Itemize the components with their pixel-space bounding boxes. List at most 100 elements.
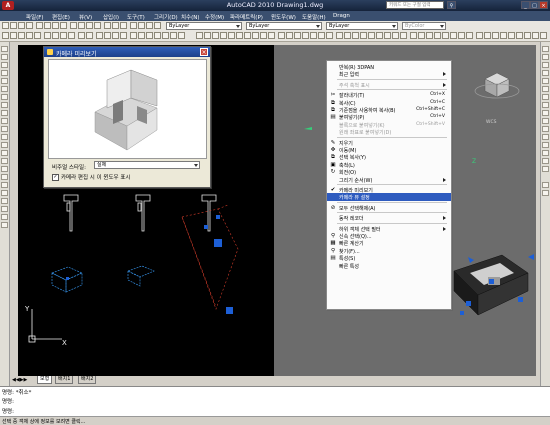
ellipse-icon[interactable] [1,118,8,124]
toolbar-icon[interactable] [60,22,67,29]
dimension-icon[interactable] [508,32,515,39]
dimension-icon[interactable] [352,32,359,39]
menu-dimension[interactable]: 치수(N) [181,13,200,21]
search-icon[interactable]: ⚲ [447,1,456,9]
polyline-icon[interactable] [1,62,8,68]
ellipse-arc-icon[interactable] [1,126,8,132]
dimension-icon[interactable] [400,32,407,39]
dimension-icon[interactable] [492,32,499,39]
toolbar-icon[interactable] [154,22,161,29]
tab-layout1[interactable]: 배치1 [55,376,74,384]
dimension-icon[interactable] [212,32,219,39]
help-icon[interactable] [178,32,185,39]
show-on-edit-checkbox[interactable]: ✓ [52,174,59,181]
join-icon[interactable] [542,142,549,148]
camera-glyph-icon[interactable] [214,239,222,247]
rectangle-icon[interactable] [1,78,8,84]
tool-palettes-icon[interactable] [146,32,153,39]
toolbar-icon[interactable] [70,22,77,29]
dimension-icon[interactable] [318,32,325,39]
array-icon[interactable] [542,78,549,84]
dimension-icon[interactable] [268,32,275,39]
explode-icon[interactable] [542,166,549,172]
dimension-icon[interactable] [500,32,507,39]
toolbar-icon[interactable] [78,22,85,29]
toolbar-icon[interactable] [52,22,59,29]
toolbar-icon[interactable] [2,22,9,29]
menu-edit[interactable]: 편집(E) [52,13,70,21]
revision-cloud-icon[interactable] [1,102,8,108]
design-center-icon[interactable] [138,32,145,39]
save-icon[interactable] [18,32,25,39]
polygon-icon[interactable] [1,70,8,76]
toolbar-icon[interactable] [104,22,111,29]
table-icon[interactable] [1,182,8,188]
dimension-icon[interactable] [360,32,367,39]
toolbar-icon[interactable] [130,22,137,29]
dimension-icon[interactable] [484,32,491,39]
menu-view[interactable]: 뷰(V) [79,13,92,21]
dimension-icon[interactable] [410,32,417,39]
menu-modify[interactable]: 수정(M) [205,13,224,21]
context-menu-item[interactable]: ⊘ 모두 선택해제(A) [327,204,451,212]
offset-icon[interactable] [542,70,549,76]
arc-icon[interactable] [1,86,8,92]
rotate-icon[interactable] [542,94,549,100]
dimension-icon[interactable] [532,32,539,39]
dimension-icon[interactable] [524,32,531,39]
room-model[interactable] [453,254,529,316]
dimension-icon[interactable] [260,32,267,39]
markup-icon[interactable] [162,32,169,39]
print-icon[interactable] [26,32,33,39]
dimension-icon[interactable] [326,32,333,39]
camera-preview-close-button[interactable]: × [200,48,208,56]
toolbar-icon[interactable] [36,22,43,29]
dimension-icon[interactable] [376,32,383,39]
menu-file[interactable]: 파일(F) [26,13,44,21]
dimension-icon[interactable] [286,32,293,39]
toolbar-icon[interactable] [120,22,127,29]
circle-icon[interactable] [1,94,8,100]
copy-icon[interactable] [52,32,59,39]
context-menu-item[interactable]: 동작 레코더 [327,214,451,222]
context-menu-item[interactable]: 원래 좌표로 붙여넣기(D) [327,128,451,136]
menu-parametric[interactable]: 파라메트릭(P) [230,13,263,21]
add-selected-icon[interactable] [1,198,8,204]
text-tool-icon[interactable] [1,222,8,228]
toolbar-icon[interactable] [146,22,153,29]
pan-icon[interactable] [96,32,103,39]
new-icon[interactable] [2,32,9,39]
dimension-icon[interactable] [516,32,523,39]
dimension-icon[interactable] [442,32,449,39]
menu-insert[interactable]: 삽입(I) [103,13,119,21]
calculator-icon[interactable] [170,32,177,39]
context-menu-item[interactable]: 주석 축척 표시 [327,81,451,89]
toolbar-icon[interactable] [26,22,33,29]
point-icon[interactable] [1,150,8,156]
insert-block-icon[interactable] [1,134,8,140]
move-icon[interactable] [542,86,549,92]
minimize-button[interactable]: _ [521,1,530,9]
lineweight-combo[interactable]: ByLayer [326,22,398,30]
open-icon[interactable] [10,32,17,39]
linetype-combo[interactable]: ByLayer [246,22,322,30]
mirror-icon[interactable] [542,62,549,68]
tab-layout2[interactable]: 배치2 [78,376,97,384]
menu-dragn[interactable]: Dragn [333,13,350,19]
stretch-icon[interactable] [542,110,549,116]
chamfer-icon[interactable] [542,150,549,156]
zoom-window-icon[interactable] [112,32,119,39]
dimension-icon[interactable] [392,32,399,39]
close-button[interactable]: × [539,1,548,9]
modify-tool-icon[interactable] [542,190,549,196]
dimension-icon[interactable] [204,32,211,39]
dimension-icon[interactable] [466,32,473,39]
dimension-icon[interactable] [336,32,343,39]
dimension-icon[interactable] [236,32,243,39]
tab-nav-arrows-icon[interactable]: ◀◀▶▶ [12,377,27,383]
maximize-button[interactable]: □ [530,1,539,9]
dimension-icon[interactable] [196,32,203,39]
dimension-icon[interactable] [426,32,433,39]
cut-icon[interactable] [44,32,51,39]
dimension-icon[interactable] [344,32,351,39]
